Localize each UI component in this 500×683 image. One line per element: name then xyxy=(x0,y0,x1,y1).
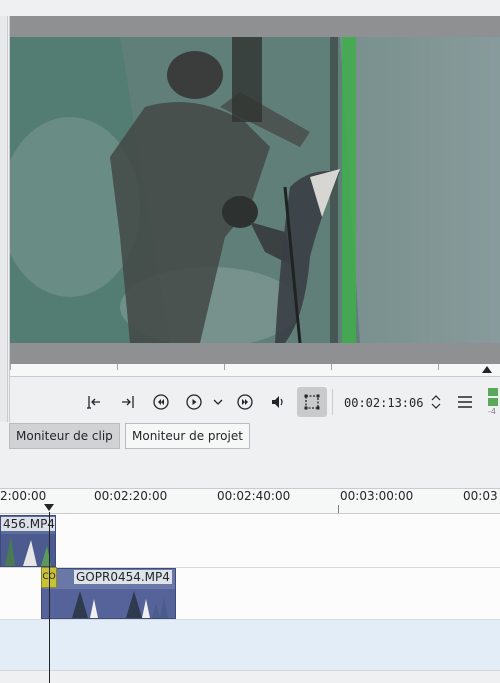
timecode-display[interactable]: 00:02:13:06 xyxy=(344,396,423,410)
ruler-label: 00:02:20:00 xyxy=(94,489,168,503)
monitor-position-marker[interactable] xyxy=(482,366,492,373)
timecode-spinner[interactable] xyxy=(428,389,444,415)
rewind-button[interactable] xyxy=(148,389,174,415)
zone-in-icon xyxy=(87,396,100,409)
ruler-tick xyxy=(117,364,118,370)
timeline-playhead[interactable] xyxy=(49,512,50,683)
ruler-label: 00:02:40:00 xyxy=(217,489,291,503)
set-zone-in-button[interactable] xyxy=(82,389,108,415)
timeline-track-audio-1[interactable] xyxy=(0,620,500,671)
volume-button[interactable] xyxy=(265,389,291,415)
ruler-tick xyxy=(338,505,339,513)
left-panel-edge xyxy=(0,16,8,422)
timeline-track-video-1[interactable]: 456.MP4 xyxy=(0,514,500,568)
timeline-track-audio-2[interactable] xyxy=(0,671,500,683)
ruler-label: 00:03 xyxy=(463,489,498,503)
timeline-clip[interactable]: GOPR0454.MP4 xyxy=(41,568,176,619)
level-bar xyxy=(488,398,498,406)
audio-level-meter: -4 xyxy=(486,388,500,417)
monitor-ruler[interactable] xyxy=(10,364,500,377)
timeline-track-video-2[interactable]: GOPR0454.MP4 xyxy=(0,568,500,620)
timeline-ruler[interactable]: 2:00:00 00:02:20:00 00:02:40:00 00:03:00… xyxy=(0,488,500,514)
monitor-menu-button[interactable] xyxy=(452,389,478,415)
crop-frame-icon xyxy=(304,394,320,410)
rewind-icon xyxy=(153,394,169,410)
hamburger-menu-icon xyxy=(458,396,472,408)
ruler-label: 2:00:00 xyxy=(0,489,47,503)
level-meter-label: -4 xyxy=(488,407,496,416)
speaker-icon xyxy=(272,396,283,408)
tab-clip-monitor[interactable]: Moniteur de clip xyxy=(9,423,120,449)
windsurfer-video-image xyxy=(10,37,500,343)
ruler-tick xyxy=(10,364,11,370)
timeline-clip[interactable]: 456.MP4 xyxy=(0,515,56,567)
playhead-marker[interactable] xyxy=(44,504,54,511)
safe-zone-button[interactable] xyxy=(297,387,327,417)
up-down-arrows-icon xyxy=(431,395,441,409)
ruler-tick xyxy=(224,364,225,370)
ruler-tick xyxy=(331,364,332,370)
level-bar xyxy=(488,388,498,396)
play-button[interactable] xyxy=(181,389,207,415)
clip-label: GOPR0454.MP4 xyxy=(74,570,172,584)
tab-project-monitor[interactable]: Moniteur de projet xyxy=(125,423,250,449)
zone-out-icon xyxy=(122,396,134,408)
chevron-down-icon xyxy=(213,399,223,405)
clip-label: 456.MP4 xyxy=(1,517,55,531)
ruler-tick xyxy=(438,364,439,370)
ruler-label: 00:03:00:00 xyxy=(340,489,414,503)
play-options-button[interactable] xyxy=(209,389,227,415)
fast-forward-icon xyxy=(237,394,253,410)
toolbar-separator xyxy=(332,389,333,415)
play-icon xyxy=(186,394,202,410)
video-frame[interactable] xyxy=(10,37,500,343)
set-zone-out-button[interactable] xyxy=(114,389,140,415)
forward-button[interactable] xyxy=(232,389,258,415)
monitor-toolbar: 00:02:13:06 -4 xyxy=(10,377,500,421)
